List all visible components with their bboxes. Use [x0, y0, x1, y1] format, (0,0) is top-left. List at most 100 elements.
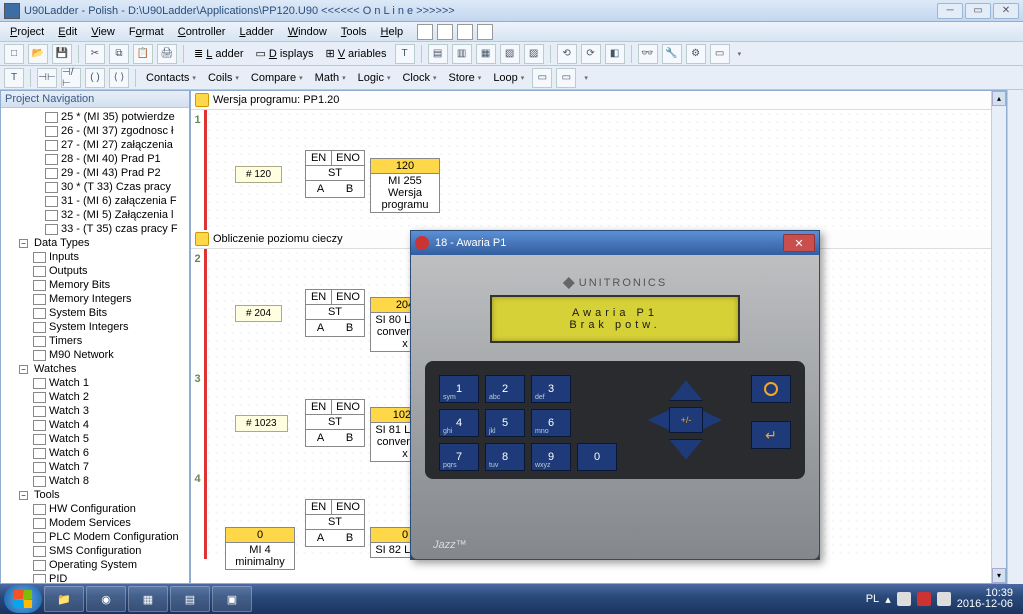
menu-project[interactable]: Project: [4, 25, 50, 39]
tb-variables[interactable]: ⊞ Variables: [321, 47, 390, 60]
tray-clock[interactable]: 10:39 2016-12-06: [957, 588, 1013, 610]
tb-k[interactable]: 🔧: [662, 44, 682, 64]
tree-item[interactable]: HW Configuration: [5, 502, 189, 516]
menu-view[interactable]: View: [85, 25, 121, 39]
scroll-down[interactable]: ▾: [992, 568, 1006, 583]
start-button[interactable]: [4, 585, 42, 613]
tb-h[interactable]: ⟳: [581, 44, 601, 64]
tree-item[interactable]: 28 - (MI 40) Prad P1: [5, 152, 189, 166]
tree-group-watches[interactable]: −Watches: [5, 362, 189, 376]
minimize-button[interactable]: ─: [937, 3, 963, 19]
key-8[interactable]: tuv8: [485, 443, 525, 471]
menu-icon-3[interactable]: [457, 24, 473, 40]
tree-item[interactable]: Inputs: [5, 250, 189, 264]
key-5[interactable]: jkl5: [485, 409, 525, 437]
key-power[interactable]: [751, 375, 791, 403]
tb2-nc[interactable]: ⊣⊢: [37, 68, 57, 88]
tree-item[interactable]: 29 - (MI 43) Prad P2: [5, 166, 189, 180]
tree-item[interactable]: Watch 5: [5, 432, 189, 446]
tree-group-tools[interactable]: −Tools: [5, 488, 189, 502]
arrow-up[interactable]: [669, 375, 703, 401]
menu-controller[interactable]: Controller: [172, 25, 232, 39]
key-7[interactable]: pqrs7: [439, 443, 479, 471]
tree-item[interactable]: PID: [5, 572, 189, 583]
tree-item[interactable]: Operating System: [5, 558, 189, 572]
key-4[interactable]: ghi4: [439, 409, 479, 437]
tree-item[interactable]: Watch 6: [5, 446, 189, 460]
tb2-no[interactable]: ⊣/⊢: [61, 68, 81, 88]
tb-ladder[interactable]: ≣ Ladder: [190, 47, 247, 60]
tree-item[interactable]: Outputs: [5, 264, 189, 278]
key-2[interactable]: abc2: [485, 375, 525, 403]
ladder-output[interactable]: 120 MI 255 Wersja programu: [370, 158, 440, 213]
menu-tools[interactable]: Tools: [335, 25, 373, 39]
tb2-y[interactable]: ▭: [556, 68, 576, 88]
tb2-contacts[interactable]: Contacts ▾: [142, 72, 200, 84]
tb-c[interactable]: ▥: [452, 44, 472, 64]
right-scrollbar[interactable]: [1007, 90, 1023, 584]
key-9[interactable]: wxyz9: [531, 443, 571, 471]
tb-i[interactable]: ◧: [605, 44, 625, 64]
menu-icon-4[interactable]: [477, 24, 493, 40]
tree-item[interactable]: 33 - (T 35) czas pracy F: [5, 222, 189, 236]
tb-displays[interactable]: ▭ Displays: [251, 47, 317, 60]
tb-a[interactable]: T: [395, 44, 415, 64]
tree-item[interactable]: M90 Network: [5, 348, 189, 362]
tree-item[interactable]: 26 - (MI 37) zgodnosc ł: [5, 124, 189, 138]
key-0[interactable]: 0: [577, 443, 617, 471]
tray-up-icon[interactable]: ▴: [885, 593, 891, 606]
task-u90[interactable]: ▣: [212, 586, 252, 612]
tree-item[interactable]: System Integers: [5, 320, 189, 334]
tree-item[interactable]: 30 * (T 33) Czas pracy: [5, 180, 189, 194]
tb-e[interactable]: ▧: [500, 44, 520, 64]
menu-ladder[interactable]: Ladder: [233, 25, 279, 39]
tree-item[interactable]: Watch 4: [5, 418, 189, 432]
tb2-d[interactable]: ⟨ ⟩: [109, 68, 129, 88]
tree-item[interactable]: Modem Services: [5, 516, 189, 530]
task-app2[interactable]: ▤: [170, 586, 210, 612]
tb-open[interactable]: 📂: [28, 44, 48, 64]
dialog-close-button[interactable]: ✕: [783, 234, 815, 252]
tb2-logic[interactable]: Logic ▾: [354, 72, 395, 84]
tree-item[interactable]: Watch 8: [5, 474, 189, 488]
nav-tree[interactable]: 25 * (MI 35) potwierdze 26 - (MI 37) zgo…: [1, 108, 189, 583]
maximize-button[interactable]: ▭: [965, 3, 991, 19]
tree-item[interactable]: SMS Configuration: [5, 544, 189, 558]
tb2-dd[interactable]: ▾: [580, 74, 592, 82]
menu-icon-2[interactable]: [437, 24, 453, 40]
tb2-loop[interactable]: Loop ▾: [489, 72, 528, 84]
tb2-compare[interactable]: Compare ▾: [247, 72, 307, 84]
tb-l[interactable]: ⚙: [686, 44, 706, 64]
arrow-center[interactable]: +/-: [669, 407, 703, 433]
ladder-block[interactable]: ENENO ST AB: [305, 150, 365, 198]
task-app1[interactable]: ▦: [128, 586, 168, 612]
menu-help[interactable]: Help: [375, 25, 410, 39]
tree-item[interactable]: Watch 1: [5, 376, 189, 390]
tree-item[interactable]: PLC Modem Configuration: [5, 530, 189, 544]
key-6[interactable]: mno6: [531, 409, 571, 437]
tree-item[interactable]: 31 - (MI 6) załączenia F: [5, 194, 189, 208]
ladder-value[interactable]: 0 MI 4 minimalny: [225, 527, 295, 570]
key-enter[interactable]: ↵: [751, 421, 791, 449]
tree-item[interactable]: Timers: [5, 334, 189, 348]
tree-item[interactable]: 25 * (MI 35) potwierdze: [5, 110, 189, 124]
tb2-coils[interactable]: Coils ▾: [204, 72, 243, 84]
ladder-value[interactable]: # 204: [235, 305, 282, 322]
tb-cut[interactable]: ✂: [85, 44, 105, 64]
tb-new[interactable]: □: [4, 44, 24, 64]
vertical-scrollbar[interactable]: ▴ ▾: [991, 91, 1006, 583]
tb2-clock[interactable]: Clock ▾: [398, 72, 440, 84]
tb2-c[interactable]: ( ): [85, 68, 105, 88]
ladder-block[interactable]: ENENO ST AB: [305, 499, 365, 547]
tray-icon[interactable]: [897, 592, 911, 606]
ladder-block[interactable]: ENENO ST AB: [305, 399, 365, 447]
tree-item[interactable]: Memory Integers: [5, 292, 189, 306]
menu-window[interactable]: Window: [282, 25, 333, 39]
dialog-titlebar[interactable]: 18 - Awaria P1 ✕: [411, 231, 819, 255]
tb-copy[interactable]: ⧉: [109, 44, 129, 64]
tb-paste[interactable]: 📋: [133, 44, 153, 64]
tb2-a[interactable]: T: [4, 68, 24, 88]
key-3[interactable]: def3: [531, 375, 571, 403]
menu-edit[interactable]: Edit: [52, 25, 83, 39]
tree-item[interactable]: Watch 2: [5, 390, 189, 404]
